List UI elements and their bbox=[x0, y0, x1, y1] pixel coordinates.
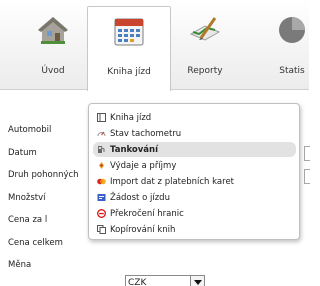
menu-item-label: Stav tachometru bbox=[110, 128, 182, 139]
label-mena: Měna bbox=[8, 260, 32, 270]
book-icon bbox=[96, 113, 106, 123]
ribbon-button-uvod[interactable]: Úvod bbox=[20, 8, 86, 90]
label-datum: Datum bbox=[8, 148, 37, 158]
menu-item-label: Kniha jízd bbox=[110, 112, 152, 123]
ribbon-toolbar: Úvod Kniha jízd Reporty Statis bbox=[0, 0, 309, 91]
home-icon bbox=[38, 17, 68, 44]
menu-item-kniha-jizd[interactable]: Kniha jízd bbox=[93, 110, 296, 125]
menu-item-vydaje-a-prijmy[interactable]: Výdaje a příjmy bbox=[93, 158, 296, 173]
calendar-icon bbox=[114, 18, 144, 46]
ribbon-label-uvod: Úvod bbox=[41, 66, 65, 76]
label-cena-za-l: Cena za l bbox=[8, 215, 48, 225]
label-mnozstvi: Množství bbox=[8, 193, 46, 203]
ribbon-label-reporty: Reporty bbox=[187, 66, 223, 76]
money-icon bbox=[96, 161, 106, 171]
menu-item-label: Tankování bbox=[110, 144, 158, 155]
datum-input-edge[interactable] bbox=[304, 146, 310, 161]
menu-item-prekroceni-hranic[interactable]: Překročení hranic bbox=[93, 206, 296, 221]
copy-icon bbox=[96, 225, 106, 235]
menu-item-label: Import dat z platebních karet bbox=[110, 176, 235, 187]
ribbon-button-kniha-jizd[interactable]: Kniha jízd bbox=[87, 6, 171, 91]
speedometer-icon bbox=[96, 129, 106, 139]
ribbon-button-reporty[interactable]: Reporty bbox=[175, 8, 235, 90]
report-pencil-icon bbox=[189, 17, 221, 41]
menu-item-kopirovani-knih[interactable]: Kopírování knih bbox=[93, 222, 296, 237]
chevron-down-icon[interactable] bbox=[190, 276, 204, 286]
menu-item-label: Kopírování knih bbox=[110, 224, 176, 235]
menu-item-label: Žádost o jízdu bbox=[110, 192, 170, 203]
label-cena-celkem: Cena celkem bbox=[8, 238, 63, 248]
border-stop-icon bbox=[96, 209, 106, 219]
ribbon-button-statistiky[interactable]: Statis bbox=[262, 8, 320, 90]
request-icon bbox=[96, 193, 106, 203]
menu-item-stav-tachometru[interactable]: Stav tachometru bbox=[93, 126, 296, 141]
menu-item-import-dat[interactable]: Import dat z platebních karet bbox=[93, 174, 296, 189]
card-icon bbox=[96, 177, 106, 187]
mena-select-value: CZK bbox=[128, 277, 147, 286]
label-automobil: Automobil bbox=[8, 125, 52, 135]
kniha-jizd-dropdown-menu: Kniha jízd Stav tachometru Tankování Výd… bbox=[88, 103, 300, 240]
pie-chart-icon bbox=[279, 17, 305, 43]
menu-item-zadost-o-jizdu[interactable]: Žádost o jízdu bbox=[93, 190, 296, 205]
mena-select[interactable]: CZK bbox=[125, 275, 205, 286]
label-druh-pohonnych: Druh pohonných bbox=[8, 170, 79, 180]
menu-item-label: Překročení hranic bbox=[110, 208, 184, 219]
menu-item-tankovani[interactable]: Tankování bbox=[93, 142, 296, 157]
ribbon-label-statistiky: Statis bbox=[279, 66, 305, 76]
menu-item-label: Výdaje a příjmy bbox=[110, 160, 177, 171]
ribbon-label-kniha-jizd: Kniha jízd bbox=[107, 67, 151, 77]
druh-input-edge[interactable] bbox=[304, 169, 310, 184]
fuel-pump-icon bbox=[96, 145, 106, 155]
